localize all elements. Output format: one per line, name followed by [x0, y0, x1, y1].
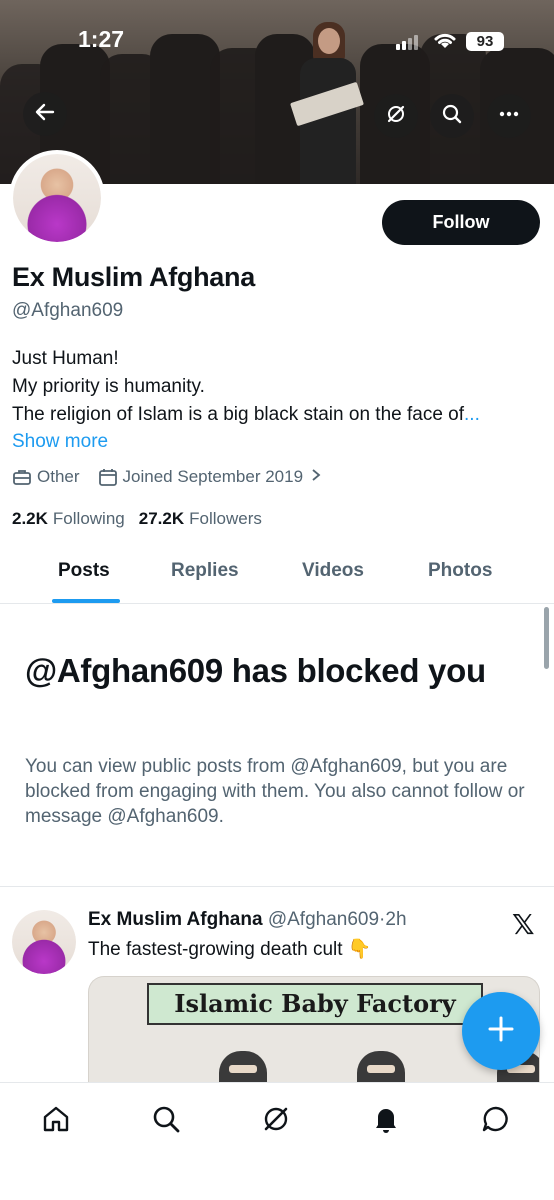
profile-display-name: Ex Muslim Afghana — [12, 262, 255, 292]
battery-indicator: 93 — [466, 32, 504, 51]
plus-icon — [486, 1014, 516, 1049]
followers-label: Followers — [189, 509, 262, 528]
profile-tabs: Posts Replies Videos Photos — [0, 548, 554, 604]
followers-link[interactable]: 27.2K Followers — [139, 509, 262, 529]
divider — [0, 886, 554, 887]
post-time: 2h — [385, 909, 407, 930]
tab-replies[interactable]: Replies — [171, 560, 239, 582]
tab-photos[interactable]: Photos — [428, 560, 492, 582]
profile-joined: Joined September 2019 — [122, 467, 304, 486]
profile-meta: Other Joined September 2019 — [12, 467, 339, 487]
tab-videos[interactable]: Videos — [302, 560, 364, 582]
following-label: Following — [52, 509, 125, 528]
post-text: The fastest-growing death cult 👇 — [88, 939, 372, 960]
show-more-link[interactable]: Show more — [12, 431, 108, 453]
tab-posts[interactable]: Posts — [58, 560, 110, 582]
messages-icon — [480, 1103, 512, 1140]
status-time: 1:27 — [78, 26, 125, 52]
arrow-left-icon — [34, 101, 56, 128]
grok-button[interactable] — [374, 94, 418, 138]
calendar-icon — [98, 468, 118, 486]
compose-button[interactable] — [462, 992, 540, 1070]
x-logo-icon: 𝕏 — [512, 908, 535, 941]
briefcase-icon — [12, 468, 32, 486]
profile-avatar[interactable] — [9, 150, 105, 246]
profile-bio: Just Human! My priority is humanity. The… — [12, 345, 542, 429]
chevron-right-icon — [311, 467, 321, 487]
notifications-icon — [370, 1103, 402, 1140]
nav-grok[interactable] — [256, 1101, 296, 1141]
followers-count: 27.2K — [138, 509, 185, 528]
more-horizontal-icon — [498, 103, 520, 130]
bio-ellipsis: ... — [464, 404, 480, 425]
nav-notifications[interactable] — [366, 1101, 406, 1141]
profile-counts: 2.2K Following 27.2K Followers — [12, 509, 276, 529]
back-button[interactable] — [23, 92, 67, 136]
profile-handle: @Afghan609 — [12, 300, 124, 321]
search-icon — [441, 103, 463, 130]
post-author-avatar[interactable] — [12, 910, 76, 974]
scrollbar[interactable] — [544, 607, 549, 669]
post-author-name[interactable]: Ex Muslim Afghana — [88, 909, 263, 930]
grok-icon — [385, 103, 407, 130]
profile-category: Other — [37, 467, 80, 486]
more-options-button[interactable] — [487, 94, 531, 138]
status-bar: 1:27 93 — [0, 22, 554, 62]
following-count: 2.2K — [12, 509, 48, 528]
bottom-nav — [0, 1082, 554, 1200]
grok-icon — [260, 1103, 292, 1140]
search-button[interactable] — [430, 94, 474, 138]
bio-line: My priority is humanity. — [12, 376, 205, 397]
post-author-handle[interactable]: @Afghan609 — [268, 909, 379, 930]
tab-active-indicator — [52, 599, 120, 603]
image-caption: Islamic Baby Factory — [147, 983, 483, 1025]
search-icon — [150, 1103, 182, 1140]
cellular-signal-icon — [396, 34, 418, 50]
wifi-icon — [432, 30, 458, 55]
joined-date-item[interactable]: Joined September 2019 — [98, 467, 322, 487]
bio-line: The religion of Islam is a big black sta… — [12, 404, 480, 425]
nav-messages[interactable] — [476, 1101, 516, 1141]
following-link[interactable]: 2.2K Following — [12, 509, 125, 529]
nav-search[interactable] — [146, 1101, 186, 1141]
blocked-description: You can view public posts from @Afghan60… — [25, 756, 525, 827]
post-header: Ex Muslim Afghana @Afghan609·2h — [88, 909, 407, 931]
follow-button[interactable]: Follow — [382, 200, 540, 245]
blocked-title: @Afghan609 has blocked you — [25, 652, 486, 689]
home-icon — [40, 1103, 72, 1140]
nav-home[interactable] — [36, 1101, 76, 1141]
bio-line: Just Human! — [12, 348, 119, 369]
